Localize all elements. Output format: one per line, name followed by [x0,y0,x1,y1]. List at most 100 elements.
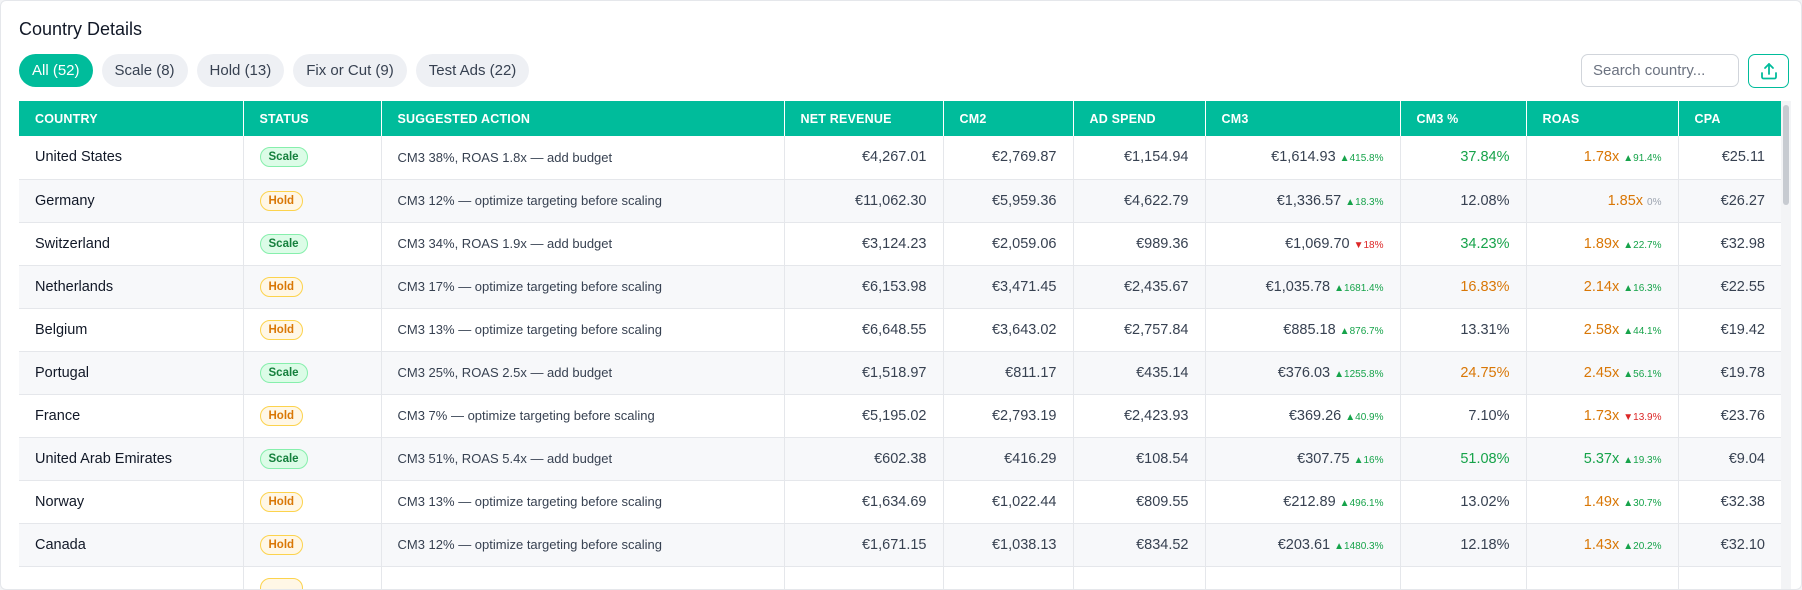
cm3-value: €1,336.57 [1276,192,1342,209]
country-details-card: Country Details All (52) Scale (8) Hold … [0,0,1802,590]
cm3-change-value: 1255.8% [1344,368,1384,380]
column-header-country[interactable]: COUNTRY [19,101,244,136]
column-header-net-revenue[interactable]: NET REVENUE [784,101,944,136]
cell-suggested-action: CM3 34%, ROAS 1.9x — add budget [381,222,785,266]
column-header-roas[interactable]: ROAS [1526,101,1679,136]
cm3-change-value: 16% [1363,454,1384,466]
cm3-change: ▲16% [1354,455,1384,466]
column-header-cpa[interactable]: CPA [1678,101,1781,136]
roas-value: 1.89x [1583,235,1620,252]
column-header-ad-spend[interactable]: AD SPEND [1073,101,1206,136]
cell-cm3-percent: 12.08% [1400,179,1527,223]
cell-cm3-percent: 12.18% [1400,523,1527,567]
cell-cm2: €3,471.45 [943,265,1074,309]
cell-country: France [19,394,244,438]
cell-cm3: €1,035.78 ▲1681.4% [1205,265,1401,309]
table-row[interactable]: France Hold CM3 7% — optimize targeting be… [19,394,1781,438]
cell-net-revenue: €6,153.98 [784,265,944,309]
column-header-suggested-action[interactable]: SUGGESTED ACTION [381,101,785,136]
cell-cm3: €203.61 ▲1480.3% [1205,523,1401,567]
cell-status: Hold [243,523,382,567]
cell-status: Scale [243,222,382,266]
cell-status: Hold [243,179,382,223]
roas-change: ▲20.2% [1623,541,1661,552]
status-badge: Hold [259,534,304,555]
country-table: COUNTRY STATUS SUGGESTED ACTION NET REVE… [19,101,1781,589]
filter-test-ads[interactable]: Test Ads (22) [415,54,530,87]
filter-fix-or-cut[interactable]: Fix or Cut (9) [293,54,407,87]
filter-pills: All (52) Scale (8) Hold (13) Fix or Cut … [19,54,530,87]
cell-suggested-action: CM3 13% — optimize targeting before scal… [381,308,785,352]
table-row[interactable]: Netherlands Hold CM3 17% — optimize target… [19,265,1781,309]
cell-country: Germany [19,179,244,223]
cell-country: Belgium [19,308,244,352]
cm3-value: €203.61 [1277,536,1331,553]
table-row[interactable]: United States Scale CM3 38%, ROAS 1.8x — a… [19,136,1781,180]
cell-cm3-percent: 34.23% [1400,222,1527,266]
search-country-input[interactable] [1581,54,1739,87]
cell-cm3: €1,614.93 ▲415.8% [1205,136,1401,180]
cell-cm3-percent: 7.10% [1400,394,1527,438]
cell-ad-spend: €809.55 [1073,480,1206,524]
cell-roas: 2.14x ▲16.3% [1526,265,1679,309]
column-header-cm3[interactable]: CM3 [1205,101,1401,136]
export-button[interactable] [1748,54,1789,88]
arrow-up-icon: ▲ [1334,368,1345,380]
status-badge: Hold [259,491,304,512]
roas-change-value: 30.7% [1633,497,1662,509]
table-row[interactable]: Germany Hold CM3 12% — optimize targeting … [19,179,1781,223]
cm3-value: €885.18 [1283,321,1336,338]
table-row[interactable]: Canada Hold CM3 12% — optimize targeting b… [19,523,1781,567]
column-header-cm3-percent[interactable]: CM3 % [1400,101,1527,136]
filter-all[interactable]: All (52) [19,54,93,87]
arrow-up-icon: ▲ [1623,282,1634,294]
cell-cm3-percent: 24.75% [1400,351,1527,395]
status-badge: Hold [259,577,304,589]
cell-status: Hold [243,480,382,524]
column-header-cm2[interactable]: CM2 [943,101,1074,136]
cell-roas: 1.49x ▲30.7% [1526,480,1679,524]
table-row[interactable]: Switzerland Scale CM3 34%, ROAS 1.9x — add… [19,222,1781,266]
cell-cm3: €376.03 ▲1255.8% [1205,351,1401,395]
table-row[interactable]: Belgium Hold CM3 13% — optimize targeting … [19,308,1781,352]
table-row[interactable]: United Arab Emirates Scale CM3 51%, ROAS 5… [19,437,1781,481]
roas-value: 1.49x [1583,493,1620,510]
roas-change-value: 13.9% [1633,411,1662,423]
arrow-up-icon: ▲ [1623,153,1634,165]
cm3-change: ▼18% [1354,240,1384,251]
cell-ad-spend: €108.54 [1073,437,1206,481]
cell-cm3: €1,069.70 ▼18% [1205,222,1401,266]
cm3-change: ▲496.1% [1340,498,1384,509]
vertical-scrollbar[interactable] [1781,101,1791,589]
scrollbar-thumb[interactable] [1783,105,1789,205]
roas-value: 1.73x [1583,407,1620,424]
arrow-up-icon: ▲ [1623,454,1634,466]
filter-scale[interactable]: Scale (8) [101,54,188,87]
cell-status: Hold [243,265,382,309]
filter-hold[interactable]: Hold (13) [196,54,285,87]
roas-change: ▲44.1% [1623,326,1661,337]
table-row[interactable]: Norway Hold CM3 13% — optimize targeting b… [19,480,1781,524]
arrow-up-icon: ▲ [1334,282,1345,294]
cell-ad-spend: €1,154.94 [1073,136,1206,180]
cell-country: Portugal [19,351,244,395]
cell-cm3-percent: 37.84% [1400,136,1527,180]
cm3-value: €212.89 [1283,493,1336,510]
cm3-change: ▲415.8% [1340,153,1384,164]
status-badge: Hold [259,405,304,426]
cm3-change-value: 415.8% [1349,153,1384,165]
cell-status: Scale [243,437,382,481]
column-header-status[interactable]: STATUS [243,101,382,136]
roas-change-value: 56.1% [1633,368,1662,380]
arrow-up-icon: ▲ [1339,153,1350,165]
cell-roas: 1.85x 0% [1526,179,1679,223]
cell-suggested-action: CM3 13% — optimize targeting before scal… [381,480,785,524]
arrow-up-icon: ▲ [1353,454,1364,466]
cell-net-revenue: €1,518.97 [784,351,944,395]
arrow-up-icon: ▲ [1623,325,1634,337]
cell-roas: 1.73x ▼13.9% [1526,394,1679,438]
table-row[interactable]: Portugal Scale CM3 25%, ROAS 2.5x — add bu… [19,351,1781,395]
roas-value: 5.37x [1583,450,1620,467]
cell-ad-spend: €834.52 [1073,523,1206,567]
roas-change: ▲19.3% [1623,455,1661,466]
